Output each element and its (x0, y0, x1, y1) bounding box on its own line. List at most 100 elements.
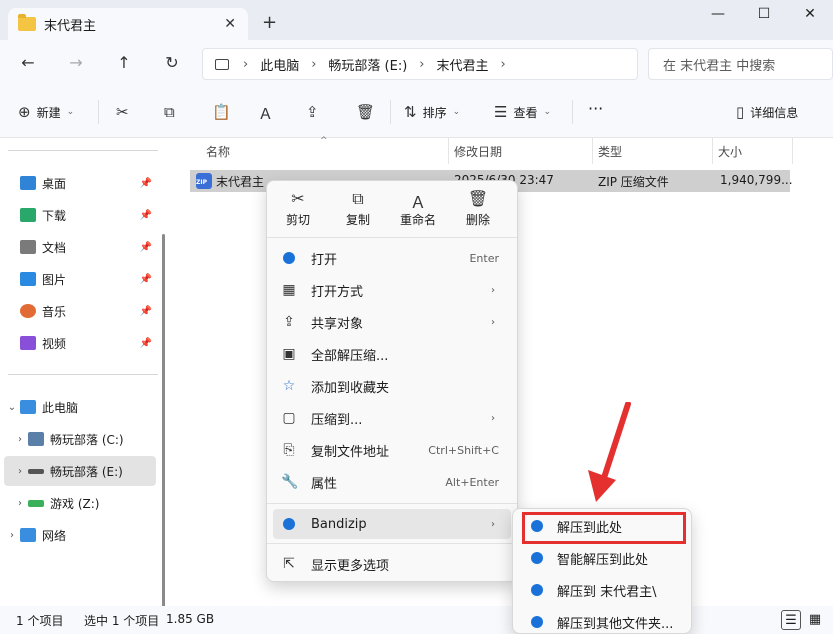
column-divider[interactable] (448, 138, 449, 164)
menu-item-copy-path[interactable]: ⎘ 复制文件地址 Ctrl+Shift+C (273, 435, 511, 465)
pin-icon: 📌 (139, 305, 152, 317)
details-button[interactable]: ▯ 详细信息 (736, 103, 798, 121)
chevron-right-icon: › (243, 56, 249, 72)
minimize-icon[interactable]: — (708, 6, 728, 22)
search-input[interactable]: 在 末代君主 中搜索 (648, 48, 833, 80)
sort-ascending-icon: ^ (320, 136, 328, 146)
pin-icon: 📌 (139, 177, 152, 189)
music-icon (20, 304, 36, 318)
menu-label: 解压到其他文件夹... (557, 616, 674, 632)
sidebar-label: 桌面 (42, 176, 67, 191)
desktop-icon (20, 176, 36, 190)
rename-label: 重命名 (399, 213, 436, 227)
sidebar-item-this-pc[interactable]: ⌄ 此电脑 (4, 392, 156, 422)
chevron-right-icon[interactable]: › (12, 434, 28, 445)
breadcrumb-item[interactable]: 畅玩部落 (E:) (328, 55, 407, 74)
chevron-right-icon: › (491, 518, 495, 530)
computer-icon (20, 400, 36, 414)
sidebar-item-music[interactable]: 音乐 📌 (4, 296, 156, 326)
column-header-type[interactable]: 类型 (598, 143, 622, 160)
delete-icon[interactable]: 🗑 (356, 103, 381, 121)
sidebar-item-drive-z[interactable]: › 游戏 (Z:) (4, 488, 156, 518)
sidebar-item-videos[interactable]: 视频 📌 (4, 328, 156, 358)
open-with-icon: ▦ (282, 282, 296, 298)
tab-close-icon[interactable]: ✕ (224, 16, 236, 32)
submenu-item-smart-extract[interactable]: 智能解压到此处 (519, 543, 687, 573)
menu-item-properties[interactable]: 🔧 属性 Alt+Enter (273, 467, 511, 497)
sidebar-item-drive-e[interactable]: › 畅玩部落 (E:) (4, 456, 156, 486)
up-icon[interactable]: ↑ (114, 53, 134, 72)
menu-item-share[interactable]: ⇪ 共享对象 › (273, 307, 511, 337)
sidebar-label: 文档 (42, 240, 67, 255)
cut-icon[interactable]: ✂ (116, 103, 135, 121)
sidebar-item-drive-c[interactable]: › 畅玩部落 (C:) (4, 424, 156, 454)
column-divider[interactable] (712, 138, 713, 164)
download-icon (20, 208, 36, 222)
new-button[interactable]: ⊕ 新建 ⌄ (18, 103, 74, 121)
menu-label: 打开 (311, 252, 338, 268)
details-view-icon[interactable]: ☰ (781, 610, 801, 630)
sort-button[interactable]: ⇅ 排序 ⌄ (404, 103, 460, 121)
menu-label: 全部解压缩... (311, 348, 389, 364)
chevron-right-icon[interactable]: › (4, 530, 20, 541)
view-button[interactable]: ☰ 查看 ⌄ (494, 103, 551, 121)
rename-icon[interactable]: Ａ (258, 103, 279, 124)
status-bar: 1 个项目 选中 1 个项目 1.85 GB ☰ ▦ (0, 606, 833, 634)
menu-item-bandizip[interactable]: Bandizip › (273, 509, 511, 539)
copy-icon: ⧉ (352, 189, 364, 208)
bandizip-icon (531, 616, 543, 628)
rename-button[interactable]: Ａ 重命名 (395, 189, 441, 228)
menu-item-extract-all[interactable]: ▣ 全部解压缩... (273, 339, 511, 369)
menu-item-open[interactable]: 打开 Enter (273, 243, 511, 273)
breadcrumb-item[interactable]: 此电脑 (260, 55, 299, 74)
column-header-modified[interactable]: 修改日期 (454, 143, 502, 160)
submenu-item-extract-to-folder[interactable]: 解压到 末代君主\ (519, 575, 687, 605)
sidebar-scrollbar[interactable] (162, 234, 165, 608)
share-icon[interactable]: ⇪ (306, 103, 325, 121)
sidebar-label: 图片 (42, 272, 67, 287)
forward-icon[interactable]: → (66, 53, 86, 72)
column-header-name[interactable]: 名称 (206, 143, 230, 160)
paste-icon[interactable]: 📋 (212, 103, 237, 121)
menu-item-compress[interactable]: ▢ 压缩到... › (273, 403, 511, 433)
tiles-view-icon[interactable]: ▦ (805, 610, 825, 630)
menu-item-more-options[interactable]: ⇱ 显示更多选项 (273, 549, 511, 579)
menu-item-add-favorite[interactable]: ☆ 添加到收藏夹 (273, 371, 511, 401)
address-bar[interactable]: › 此电脑 › 畅玩部落 (E:) › 末代君主 › (202, 48, 638, 80)
close-icon[interactable]: ✕ (800, 6, 820, 22)
bandizip-icon (283, 518, 295, 530)
chevron-right-icon[interactable]: › (12, 466, 28, 477)
divider (8, 150, 158, 151)
refresh-icon[interactable]: ↻ (162, 53, 182, 72)
more-icon[interactable]: ··· (588, 99, 603, 118)
divider (8, 374, 158, 375)
sidebar-item-desktop[interactable]: 桌面 📌 (4, 168, 156, 198)
menu-item-open-with[interactable]: ▦ 打开方式 › (273, 275, 511, 305)
delete-icon: 🗑 (467, 189, 489, 208)
cut-button[interactable]: ✂ 剪切 (275, 189, 321, 228)
copy-button[interactable]: ⧉ 复制 (335, 189, 381, 228)
tab-title: 末代君主 (44, 18, 97, 34)
view-icon: ☰ (494, 103, 508, 121)
maximize-icon[interactable]: ☐ (754, 6, 774, 22)
sidebar-item-network[interactable]: › 网络 (4, 520, 156, 550)
new-tab-icon[interactable]: + (262, 12, 277, 33)
video-icon (20, 336, 36, 350)
breadcrumb-item[interactable]: 末代君主 (437, 55, 489, 74)
chevron-down-icon[interactable]: ⌄ (4, 402, 20, 413)
sidebar-item-downloads[interactable]: 下载 📌 (4, 200, 156, 230)
column-header-size[interactable]: 大小 (718, 143, 742, 160)
sidebar-item-documents[interactable]: 文档 📌 (4, 232, 156, 262)
drive-icon (28, 499, 44, 507)
column-divider[interactable] (592, 138, 593, 164)
submenu-item-extract-other[interactable]: 解压到其他文件夹... (519, 607, 687, 634)
menu-label: 压缩到... (311, 412, 363, 428)
tab-main[interactable]: 末代君主 ✕ (8, 8, 248, 40)
column-divider[interactable] (792, 138, 793, 164)
copy-icon[interactable]: ⧉ (164, 103, 181, 121)
chevron-right-icon[interactable]: › (12, 498, 28, 509)
sidebar-label: 下载 (42, 208, 67, 223)
delete-button[interactable]: 🗑 删除 (455, 189, 501, 228)
sidebar-item-pictures[interactable]: 图片 📌 (4, 264, 156, 294)
back-icon[interactable]: ← (18, 53, 38, 72)
